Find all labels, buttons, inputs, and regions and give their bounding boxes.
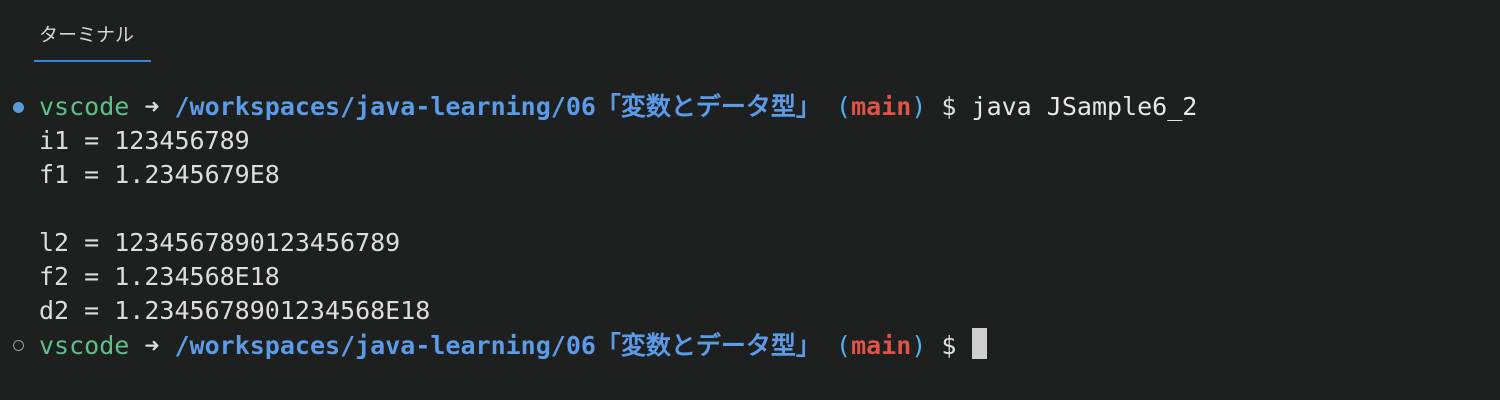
prompt-paren-close: ): [911, 331, 927, 360]
terminal-cursor[interactable]: [971, 328, 987, 359]
prompt-branch: main: [851, 331, 912, 360]
prompt-paren-open: (: [836, 331, 852, 360]
prompt-branch: main: [851, 92, 912, 121]
tab-terminal[interactable]: ターミナル: [34, 18, 151, 62]
output-line-f2: f2 = 1.234568E18: [39, 262, 280, 291]
prompt-user: vscode: [39, 92, 130, 121]
command-success-icon[interactable]: [13, 102, 24, 113]
output-line-l2: l2 = 1234567890123456789: [39, 228, 401, 257]
output-line-f1: f1 = 1.2345679E8: [39, 160, 280, 189]
prompt-dollar: $: [941, 92, 957, 121]
prompt-arrow-icon: ➜: [144, 331, 160, 360]
prompt-path: /workspaces/java-learning/06「変数とデータ型」: [174, 92, 821, 121]
panel-tab-bar: ターミナル: [0, 0, 1500, 62]
prompt-paren-open: (: [836, 92, 852, 121]
command-idle-icon: [13, 340, 24, 351]
prompt-paren-close: ): [911, 92, 927, 121]
prompt-path: /workspaces/java-learning/06「変数とデータ型」: [174, 331, 821, 360]
executed-command: java JSample6_2: [971, 92, 1198, 121]
terminal-output[interactable]: vscode ➜ /workspaces/java-learning/06「変数…: [0, 90, 1500, 382]
prompt-dollar: $: [941, 331, 957, 360]
output-line-i1: i1 = 123456789: [39, 126, 250, 155]
output-line-d2: d2 = 1.2345678901234568E18: [39, 296, 431, 325]
tab-terminal-label: ターミナル: [39, 24, 135, 46]
prompt-arrow-icon: ➜: [144, 92, 160, 121]
prompt-line-2[interactable]: vscode ➜ /workspaces/java-learning/06「変数…: [39, 328, 987, 362]
prompt-user: vscode: [39, 331, 130, 360]
prompt-line-1: vscode ➜ /workspaces/java-learning/06「変数…: [39, 90, 1197, 124]
